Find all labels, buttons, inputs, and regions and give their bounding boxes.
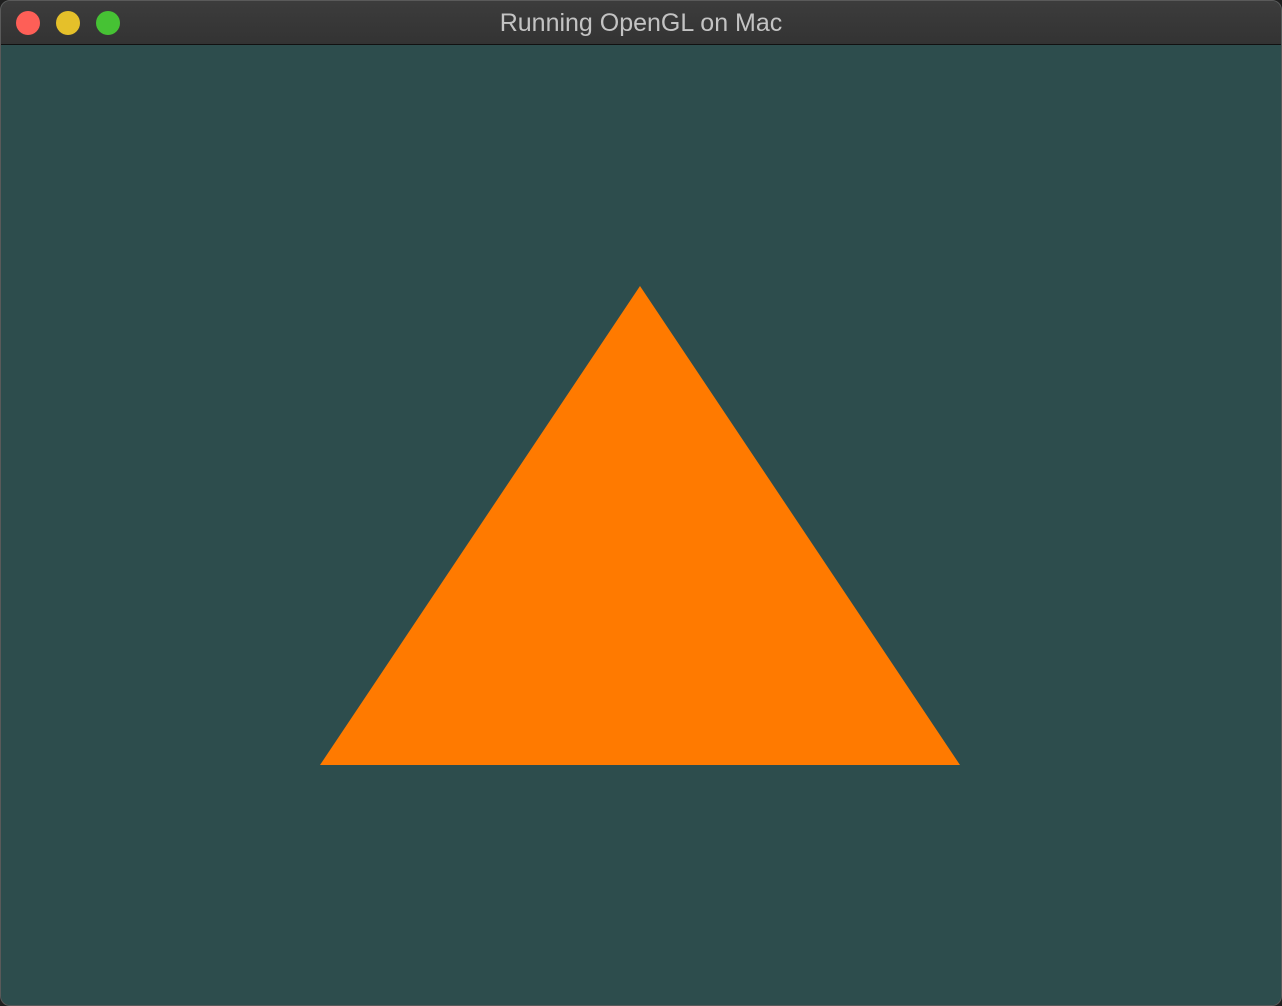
- minimize-button[interactable]: [56, 11, 80, 35]
- window-title: Running OpenGL on Mac: [499, 9, 783, 37]
- opengl-viewport[interactable]: [1, 45, 1281, 1005]
- render-canvas: [1, 45, 1281, 1005]
- app-window: Running OpenGL on Mac: [0, 0, 1282, 1006]
- close-button[interactable]: [16, 11, 40, 35]
- title-bar[interactable]: Running OpenGL on Mac: [1, 1, 1281, 45]
- zoom-button[interactable]: [96, 11, 120, 35]
